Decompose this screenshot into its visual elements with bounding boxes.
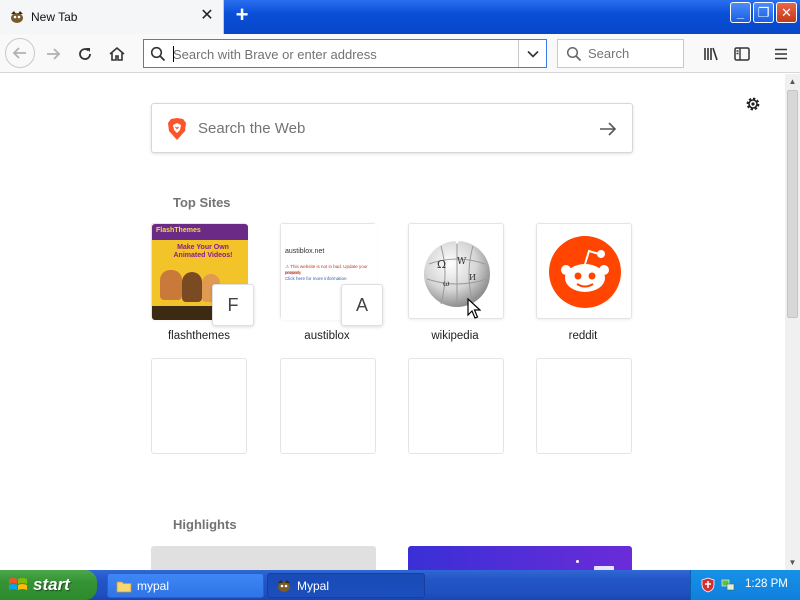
page-scrollbar[interactable]: ▲ ▼ <box>785 74 800 570</box>
new-tab-page: Top Sites FlashThemes Make Your Own Anim… <box>0 74 785 570</box>
gear-icon[interactable] <box>744 95 762 113</box>
brave-logo-icon <box>168 118 186 140</box>
hamburger-menu-icon <box>775 48 787 60</box>
mypal-favicon-icon <box>11 11 23 23</box>
system-tray: 1:28 PM <box>690 570 800 600</box>
start-button[interactable]: start <box>0 570 97 600</box>
shield-icon[interactable] <box>700 577 716 593</box>
svg-text:W: W <box>457 257 467 267</box>
empty-top-site-slot[interactable] <box>151 358 247 454</box>
highlight-card[interactable] <box>408 546 632 570</box>
title-bar: New Tab ✕ + _ ❐ ✕ <box>0 0 800 34</box>
back-arrow-icon <box>12 47 26 59</box>
tile-letter-badge: F <box>212 284 254 326</box>
search-icon <box>566 46 582 62</box>
scrollbar-thumb[interactable] <box>787 90 798 318</box>
library-button[interactable] <box>697 40 725 68</box>
search-bar[interactable] <box>557 39 684 68</box>
maximize-button[interactable]: ❐ <box>753 2 774 23</box>
top-site-tile-austiblox[interactable]: austiblox.net ⚠ This website is not in b… <box>280 223 383 326</box>
mouse-cursor-icon <box>467 298 481 319</box>
top-sites-heading: Top Sites <box>173 195 231 210</box>
home-icon <box>109 46 125 61</box>
svg-text:И: И <box>469 273 476 282</box>
tile-letter-badge: A <box>341 284 383 326</box>
start-label: start <box>33 575 70 594</box>
windows-flag-icon <box>9 578 27 590</box>
reload-icon <box>79 48 91 60</box>
home-button[interactable] <box>103 40 131 68</box>
reddit-logo-icon <box>549 236 621 308</box>
scroll-down-icon[interactable]: ▼ <box>785 555 800 570</box>
taskbar-item-mypal-browser[interactable]: Mypal <box>267 573 425 598</box>
svg-text:ω: ω <box>443 279 450 288</box>
minimize-button[interactable]: _ <box>730 2 751 23</box>
address-bar[interactable] <box>143 39 547 68</box>
empty-top-site-slot[interactable] <box>280 358 376 454</box>
sidebar-icon <box>734 47 750 61</box>
scroll-up-icon[interactable]: ▲ <box>785 74 800 89</box>
svg-text:Ω: Ω <box>437 258 446 271</box>
empty-top-site-slot[interactable] <box>536 358 632 454</box>
forward-arrow-icon <box>47 48 61 60</box>
top-site-tile-wikipedia[interactable]: Ω W И ω <box>408 223 504 319</box>
tile-label-austiblox[interactable]: austiblox <box>263 330 391 342</box>
reload-button[interactable] <box>71 40 99 68</box>
tab-new-tab[interactable]: New Tab ✕ <box>0 0 224 34</box>
close-window-button[interactable]: ✕ <box>776 2 797 23</box>
text-caret <box>173 46 174 62</box>
arrow-right-icon[interactable] <box>598 119 618 139</box>
tile-label-wikipedia[interactable]: wikipedia <box>391 330 519 342</box>
forward-button[interactable] <box>39 40 67 68</box>
flashthemes-banner: Make Your Own Animated Videos! <box>173 244 233 259</box>
menu-button[interactable] <box>767 40 795 68</box>
taskbar-item-mypal-folder[interactable]: mypal <box>107 573 264 598</box>
library-icon <box>704 47 718 61</box>
address-input[interactable] <box>173 45 513 63</box>
web-search-input[interactable] <box>198 120 578 137</box>
web-search-box[interactable] <box>151 103 633 153</box>
search-icon <box>150 46 166 62</box>
top-site-tile-flashthemes[interactable]: FlashThemes Make Your Own Animated Video… <box>151 223 254 326</box>
back-button[interactable] <box>5 38 35 68</box>
tile-label-flashthemes[interactable]: flashthemes <box>135 330 263 342</box>
mypal-app-icon <box>278 580 290 592</box>
tile-label-reddit[interactable]: reddit <box>519 330 647 342</box>
taskbar-item-label: mypal <box>137 579 170 593</box>
highlight-card[interactable] <box>151 546 376 570</box>
highlights-heading: Highlights <box>173 517 237 532</box>
search-input[interactable] <box>588 46 678 61</box>
tab-title: New Tab <box>31 10 78 24</box>
top-site-tile-reddit[interactable] <box>536 223 632 319</box>
taskbar-clock: 1:28 PM <box>745 578 788 590</box>
chevron-down-icon <box>527 50 539 58</box>
wikipedia-globe-icon: Ω W И ω <box>424 238 490 307</box>
new-tab-button[interactable]: + <box>230 4 254 28</box>
sidebar-button[interactable] <box>728 40 756 68</box>
taskbar-item-label: Mypal <box>297 579 330 593</box>
address-dropdown-button[interactable] <box>518 40 547 67</box>
tab-close-icon[interactable]: ✕ <box>198 7 216 25</box>
empty-top-site-slot[interactable] <box>408 358 504 454</box>
folder-icon <box>116 581 132 593</box>
network-icon[interactable] <box>720 577 736 593</box>
windows-taskbar: start mypal Mypal 1:28 PM <box>0 570 800 600</box>
